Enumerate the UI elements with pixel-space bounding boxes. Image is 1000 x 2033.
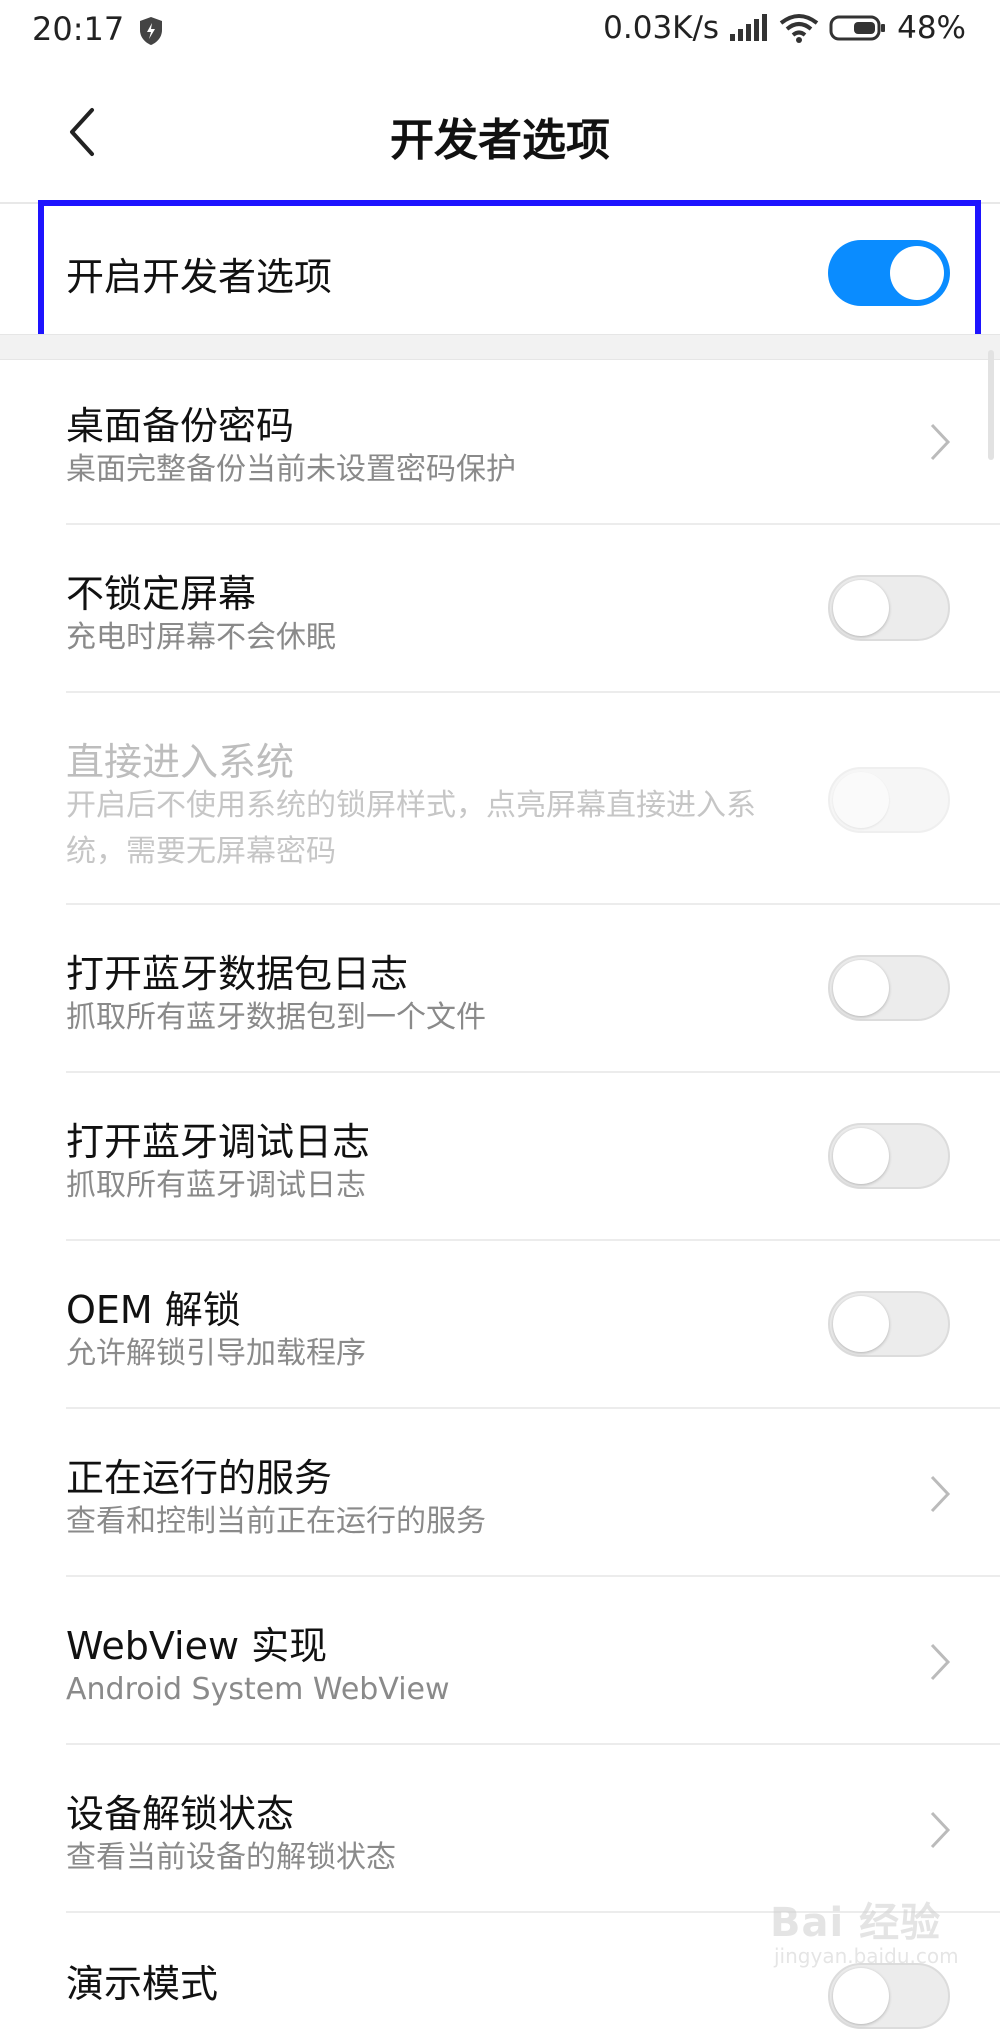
chevron-right-icon: [930, 1811, 951, 1849]
list-item-direct-enter-system: 直接进入系统 开启后不使用系统的锁屏样式，点亮屏幕直接进入系统，需要无屏幕密码: [66, 693, 1000, 905]
signal-icon: [730, 14, 768, 41]
status-bar: 20:17 0.03K/s 48%: [0, 0, 1000, 62]
baidu-watermark: Bai 经验 jingyan.baidu.com: [770, 1880, 990, 1990]
item-subtitle: 允许解锁引导加载程序: [66, 1336, 366, 1371]
item-title: 不锁定屏幕: [66, 572, 257, 616]
toggle-knob: [833, 960, 889, 1016]
bluetooth-hci-log-toggle[interactable]: [828, 955, 950, 1021]
list-item-bluetooth-debug-log[interactable]: 打开蓝牙调试日志 抓取所有蓝牙调试日志: [66, 1073, 1000, 1241]
watermark-text: Bai 经验: [770, 1900, 942, 1946]
chevron-right-icon: [930, 1475, 951, 1513]
item-subtitle: 抓取所有蓝牙数据包到一个文件: [66, 1000, 486, 1035]
bluetooth-debug-log-toggle[interactable]: [828, 1123, 950, 1189]
toggle-knob: [833, 580, 889, 636]
watermark-sub: jingyan.baidu.com: [774, 1944, 959, 1968]
item-subtitle: 查看和控制当前正在运行的服务: [66, 1504, 486, 1539]
item-subtitle: 查看当前设备的解锁状态: [66, 1840, 396, 1875]
toggle-knob: [833, 1128, 889, 1184]
list-item-desktop-backup-password[interactable]: 桌面备份密码 桌面完整备份当前未设置密码保护: [66, 359, 1000, 525]
status-battery: 48%: [897, 10, 966, 46]
item-title: 正在运行的服务: [66, 1456, 333, 1500]
header: 开发者选项: [0, 62, 1000, 202]
list-item-webview-implementation[interactable]: WebView 实现 Android System WebView: [66, 1577, 1000, 1745]
item-subtitle: 开启后不使用系统的锁屏样式，点亮屏幕直接进入系统，需要无屏幕密码: [66, 788, 756, 869]
list-item-bluetooth-hci-log[interactable]: 打开蓝牙数据包日志 抓取所有蓝牙数据包到一个文件: [66, 905, 1000, 1073]
status-net-speed: 0.03K/s: [603, 10, 720, 46]
oem-unlock-toggle[interactable]: [828, 1291, 950, 1357]
item-subtitle: 桌面完整备份当前未设置密码保护: [66, 452, 516, 487]
battery-icon: [829, 15, 886, 41]
item-subtitle: 充电时屏幕不会休眠: [66, 620, 336, 655]
toggle-knob: [833, 1296, 889, 1352]
toggle-knob: [833, 772, 889, 828]
status-time: 20:17: [32, 10, 125, 48]
item-subtitle: Android System WebView: [66, 1672, 450, 1707]
settings-list: 桌面备份密码 桌面完整备份当前未设置密码保护 不锁定屏幕 充电时屏幕不会休眠 直…: [0, 359, 1000, 2033]
page-title: 开发者选项: [390, 115, 610, 166]
list-item-oem-unlock[interactable]: OEM 解锁 允许解锁引导加载程序: [66, 1241, 1000, 1409]
chevron-right-icon: [930, 1643, 951, 1681]
direct-enter-toggle: [828, 767, 950, 833]
chevron-right-icon: [930, 423, 951, 461]
stay-awake-toggle[interactable]: [828, 575, 950, 641]
highlight-box: [38, 200, 981, 352]
shield-icon: [140, 17, 162, 45]
list-item-stay-awake[interactable]: 不锁定屏幕 充电时屏幕不会休眠: [66, 525, 1000, 693]
item-subtitle: 抓取所有蓝牙调试日志: [66, 1168, 366, 1203]
item-title: OEM 解锁: [66, 1288, 241, 1332]
item-title: 打开蓝牙数据包日志: [66, 952, 409, 996]
section-gap: [0, 334, 1000, 360]
item-title: 设备解锁状态: [66, 1792, 295, 1836]
wifi-icon: [779, 14, 819, 43]
item-title: 直接进入系统: [66, 740, 295, 784]
item-title: 打开蓝牙调试日志: [66, 1120, 371, 1164]
item-title: 桌面备份密码: [66, 404, 295, 448]
item-title: WebView 实现: [66, 1624, 328, 1668]
list-item-running-services[interactable]: 正在运行的服务 查看和控制当前正在运行的服务: [66, 1409, 1000, 1577]
